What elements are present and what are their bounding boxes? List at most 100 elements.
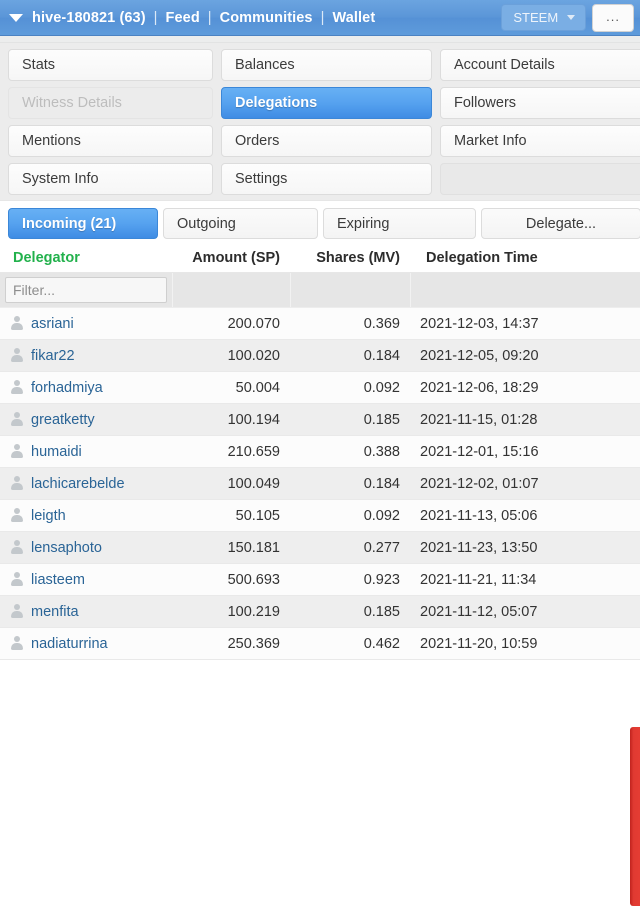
cell-amount: 100.194: [172, 403, 290, 436]
delegator-name-link[interactable]: greatketty: [31, 412, 95, 428]
nav-button-witness-details: Witness Details: [8, 87, 213, 119]
table-row: lensaphoto 150.181 0.277 2021-11-23, 13:50: [0, 531, 640, 564]
delegator-name-link[interactable]: asriani: [31, 316, 74, 332]
delegator-name-link[interactable]: lachicarebelde: [31, 476, 125, 492]
nav-button-followers[interactable]: Followers: [440, 87, 640, 119]
more-options-button[interactable]: ...: [592, 3, 634, 32]
nav-link-communities[interactable]: Communities: [220, 10, 313, 26]
cell-amount: 210.659: [172, 435, 290, 468]
cell-shares: 0.462: [290, 627, 410, 660]
delegator-name-link[interactable]: menfita: [31, 604, 79, 620]
cell-shares: 0.923: [290, 563, 410, 596]
cell-delegation-time: 2021-11-20, 10:59: [410, 627, 640, 660]
user-avatar-icon: [10, 444, 24, 459]
column-header-amount[interactable]: Amount (SP): [172, 245, 290, 273]
table-header-row: Delegator Amount (SP) Shares (MV) Delega…: [0, 245, 640, 273]
cell-shares: 0.369: [290, 307, 410, 340]
column-header-delegator[interactable]: Delegator: [0, 245, 172, 273]
nav-button-grid: Stats Balances Account Details Witness D…: [0, 49, 640, 195]
top-navigation-bar: hive-180821 (63) | Feed | Communities | …: [0, 0, 640, 36]
delegator-name-link[interactable]: nadiaturrina: [31, 636, 108, 652]
cell-amount: 200.070: [172, 307, 290, 340]
header-divider-strip: [0, 36, 640, 43]
cell-amount: 250.369: [172, 627, 290, 660]
nav-button-orders[interactable]: Orders: [221, 125, 432, 157]
user-avatar-icon: [10, 476, 24, 491]
delegator-cell-content: liasteem: [10, 572, 162, 588]
nav-button-system-info[interactable]: System Info: [8, 163, 213, 195]
account-name-label[interactable]: hive-180821 (63): [32, 10, 146, 26]
delegator-name-link[interactable]: liasteem: [31, 572, 85, 588]
delegator-cell-content: asriani: [10, 316, 162, 332]
chevron-down-icon[interactable]: [9, 13, 23, 22]
cell-amount: 100.049: [172, 467, 290, 500]
cell-delegation-time: 2021-12-01, 15:16: [410, 435, 640, 468]
table-row: liasteem 500.693 0.923 2021-11-21, 11:34: [0, 563, 640, 596]
nav-link-feed[interactable]: Feed: [166, 10, 200, 26]
delegator-cell-content: lensaphoto: [10, 540, 162, 556]
cell-delegation-time: 2021-12-05, 09:20: [410, 339, 640, 372]
delegator-name-link[interactable]: lensaphoto: [31, 540, 102, 556]
nav-button-market-info[interactable]: Market Info: [440, 125, 640, 157]
cell-shares: 0.184: [290, 339, 410, 372]
table-filter-section: [0, 272, 640, 308]
delegator-name-link[interactable]: fikar22: [31, 348, 75, 364]
tab-incoming[interactable]: Incoming (21): [8, 208, 158, 239]
cell-delegator: forhadmiya: [0, 371, 172, 404]
tab-expiring[interactable]: Expiring: [323, 208, 476, 239]
filter-cell-time: [410, 272, 640, 308]
cell-shares: 0.388: [290, 435, 410, 468]
nav-button-mentions[interactable]: Mentions: [8, 125, 213, 157]
user-avatar-icon: [10, 316, 24, 331]
delegations-table-area: Delegator Amount (SP) Shares (MV) Delega…: [0, 245, 640, 906]
cell-shares: 0.185: [290, 595, 410, 628]
user-avatar-icon: [10, 508, 24, 523]
nav-button-settings[interactable]: Settings: [221, 163, 432, 195]
delegator-name-link[interactable]: leigth: [31, 508, 66, 524]
delegator-name-link[interactable]: forhadmiya: [31, 380, 103, 396]
cell-delegator: asriani: [0, 307, 172, 340]
delegator-cell-content: leigth: [10, 508, 162, 524]
cell-delegator: menfita: [0, 595, 172, 628]
chain-selector[interactable]: STEEM: [501, 4, 587, 31]
scroll-position-indicator[interactable]: [630, 727, 640, 906]
table-body: asriani 200.070 0.369 2021-12-03, 14:37 fika…: [0, 307, 640, 660]
tab-outgoing[interactable]: Outgoing: [163, 208, 318, 239]
cell-delegation-time: 2021-11-23, 13:50: [410, 531, 640, 564]
cell-delegator: nadiaturrina: [0, 627, 172, 660]
nav-grid-empty-cell: [440, 163, 640, 195]
chevron-down-icon: [567, 15, 576, 20]
topbar-right-controls: STEEM ...: [501, 3, 634, 32]
nav-button-delegations[interactable]: Delegations: [221, 87, 432, 119]
user-avatar-icon: [10, 636, 24, 651]
cell-shares: 0.184: [290, 467, 410, 500]
cell-delegator: lachicarebelde: [0, 467, 172, 500]
user-avatar-icon: [10, 572, 24, 587]
cell-delegation-time: 2021-12-03, 14:37: [410, 307, 640, 340]
cell-delegator: liasteem: [0, 563, 172, 596]
tab-delegate[interactable]: Delegate...: [481, 208, 640, 239]
nav-button-stats[interactable]: Stats: [8, 49, 213, 81]
nav-button-balances[interactable]: Balances: [221, 49, 432, 81]
user-avatar-icon: [10, 540, 24, 555]
table-row: menfita 100.219 0.185 2021-11-12, 05:07: [0, 595, 640, 628]
delegator-filter-input[interactable]: [5, 277, 167, 303]
nav-separator-1: |: [153, 9, 158, 26]
delegations-table: Delegator Amount (SP) Shares (MV) Delega…: [0, 245, 640, 660]
delegator-name-link[interactable]: humaidi: [31, 444, 82, 460]
column-header-shares[interactable]: Shares (MV): [290, 245, 410, 273]
chain-selector-label: STEEM: [513, 10, 559, 25]
delegation-tabs: Incoming (21) Outgoing Expiring Delegate…: [8, 208, 640, 239]
column-header-delegation-time[interactable]: Delegation Time: [410, 245, 640, 273]
nav-button-account-details[interactable]: Account Details: [440, 49, 640, 81]
table-row: fikar22 100.020 0.184 2021-12-05, 09:20: [0, 339, 640, 372]
table-row: asriani 200.070 0.369 2021-12-03, 14:37: [0, 307, 640, 340]
cell-amount: 500.693: [172, 563, 290, 596]
cell-amount: 150.181: [172, 531, 290, 564]
delegator-cell-content: humaidi: [10, 444, 162, 460]
table-row: humaidi 210.659 0.388 2021-12-01, 15:16: [0, 435, 640, 468]
nav-link-wallet[interactable]: Wallet: [332, 10, 375, 26]
cell-amount: 100.219: [172, 595, 290, 628]
cell-delegator: humaidi: [0, 435, 172, 468]
filter-cell-amount: [172, 272, 291, 308]
